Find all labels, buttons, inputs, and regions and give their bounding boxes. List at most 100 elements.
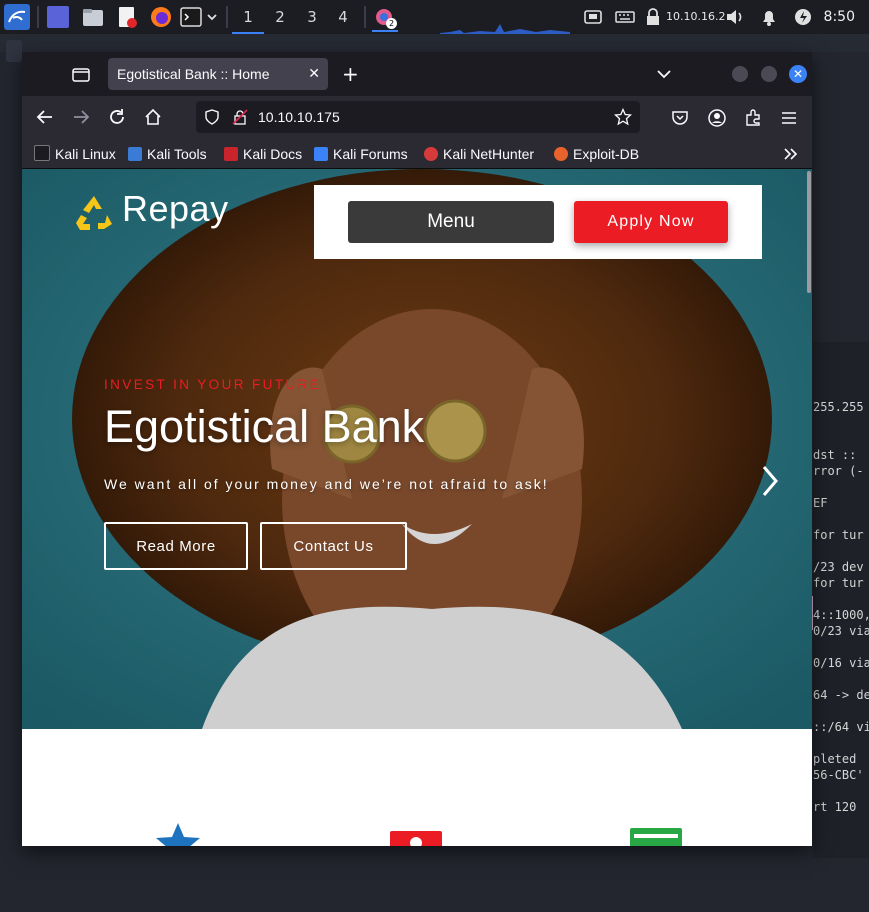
- bookmark-star-icon[interactable]: [613, 107, 633, 130]
- hero-title: Egotistical Bank: [104, 401, 425, 452]
- hero-banner: Repay Menu Apply Now INVEST IN YOUR FUTU…: [22, 169, 812, 729]
- file-manager-icon[interactable]: [82, 6, 104, 28]
- apply-now-button[interactable]: Apply Now: [574, 201, 728, 243]
- next-slide-chevron-icon[interactable]: [758, 461, 782, 501]
- close-window-button[interactable]: ✕: [789, 65, 807, 83]
- terminal-icon[interactable]: [180, 6, 202, 28]
- cash-feature-icon: [390, 831, 442, 846]
- url-text: 10.10.10.175: [258, 109, 340, 125]
- keyboard-icon[interactable]: [614, 6, 636, 28]
- kali-dragon-icon: [34, 145, 50, 161]
- page-content: Repay Menu Apply Now INVEST IN YOUR FUTU…: [22, 169, 812, 846]
- desktop-icon[interactable]: [6, 40, 22, 62]
- screenshot-icon[interactable]: [582, 6, 604, 28]
- text-editor-icon[interactable]: [116, 6, 138, 28]
- vpn-lock-icon: [645, 6, 661, 28]
- terminal-line: EF: [813, 496, 828, 510]
- forward-icon[interactable]: [72, 108, 90, 130]
- terminal-line: ::/64 vi: [813, 720, 869, 734]
- minimize-button[interactable]: [732, 66, 748, 82]
- terminal-line: 56-CBC': [813, 768, 864, 782]
- bookmark-exploit-db[interactable]: Exploit-DB: [554, 140, 639, 168]
- insecure-lock-icon[interactable]: [232, 109, 248, 129]
- top-panel: 1 2 3 4 2 10.10.16.2 8:50: [0, 0, 869, 35]
- bookmark-label: Kali NetHunter: [443, 146, 535, 162]
- read-more-button[interactable]: Read More: [104, 522, 248, 570]
- header-actions: Menu Apply Now: [314, 185, 762, 259]
- workspace-2[interactable]: 2: [264, 0, 296, 34]
- terminal-line: 0/16 via: [813, 656, 869, 670]
- maximize-button[interactable]: [761, 66, 777, 82]
- background-terminal: 255.255 dst :: rror (- EF for tur /23 de…: [813, 342, 869, 858]
- back-icon[interactable]: [36, 108, 54, 130]
- bookmark-label: Exploit-DB: [573, 146, 640, 162]
- tab-active[interactable]: Egotistical Bank :: Home ✕: [108, 58, 328, 90]
- terminal-line: 0/23 via: [813, 624, 869, 638]
- tab-bar: Egotistical Bank :: Home ✕ + ✕: [22, 52, 812, 96]
- extensions-icon[interactable]: [744, 109, 762, 131]
- show-desktop-icon[interactable]: [47, 6, 69, 28]
- pocket-icon[interactable]: [671, 109, 689, 131]
- bookmark-label: Kali Linux: [55, 146, 116, 162]
- desktop-strip: [0, 34, 869, 52]
- bookmark-label: Kali Forums: [333, 146, 408, 162]
- terminal-line: /23 dev: [813, 560, 864, 574]
- home-icon[interactable]: [144, 108, 162, 130]
- terminal-line: for tur: [813, 576, 864, 590]
- tab-list-chevron-icon[interactable]: [656, 66, 672, 85]
- terminal-line: dst ::: [813, 448, 857, 462]
- bookmarks-overflow-icon[interactable]: [782, 146, 798, 166]
- bookmark-label: Kali Tools: [147, 146, 207, 162]
- browser-window: Egotistical Bank :: Home ✕ + ✕ 10.10.10.…: [22, 52, 812, 846]
- star-feature-icon: [156, 823, 200, 846]
- hamburger-menu-icon[interactable]: [780, 109, 798, 131]
- bookmark-kali-nethunter[interactable]: Kali NetHunter: [424, 140, 534, 168]
- terminal-line: for tur: [813, 528, 864, 542]
- cpu-graph: [440, 24, 570, 34]
- bookmark-kali-linux[interactable]: Kali Linux: [34, 140, 116, 168]
- notification-bell-icon[interactable]: [758, 6, 780, 28]
- bookmark-kali-tools[interactable]: Kali Tools: [128, 140, 207, 168]
- kali-docs-icon: [224, 147, 238, 161]
- menu-button[interactable]: Menu: [348, 201, 554, 243]
- clock: 8:50: [823, 9, 855, 25]
- chevron-down-icon[interactable]: [205, 6, 219, 28]
- volume-icon[interactable]: [724, 6, 746, 28]
- scrollbar-thumb[interactable]: [807, 171, 811, 293]
- url-bar[interactable]: 10.10.10.175: [196, 101, 640, 133]
- firefox-icon[interactable]: [150, 6, 172, 28]
- tab-overview-icon[interactable]: [72, 66, 90, 86]
- close-tab-icon[interactable]: ✕: [308, 58, 320, 90]
- exploit-db-icon: [554, 147, 568, 161]
- kali-forums-icon: [314, 147, 328, 161]
- bookmark-kali-forums[interactable]: Kali Forums: [314, 140, 408, 168]
- workspace-3[interactable]: 3: [296, 0, 328, 34]
- power-icon[interactable]: [792, 6, 814, 28]
- contact-us-button[interactable]: Contact Us: [260, 522, 407, 570]
- reload-icon[interactable]: [108, 108, 126, 130]
- tab-title: Egotistical Bank :: Home: [117, 66, 270, 82]
- workspace-4[interactable]: 4: [327, 0, 359, 34]
- terminal-line: rror (-: [813, 464, 864, 478]
- recycle-logo-icon: [76, 196, 112, 230]
- page-scrollbar[interactable]: [805, 169, 812, 846]
- hero-kicker: INVEST IN YOUR FUTURE: [104, 377, 322, 392]
- task-browser-icon[interactable]: 2: [372, 6, 398, 32]
- workspace-1[interactable]: 1: [232, 0, 264, 34]
- kali-menu-icon[interactable]: [4, 4, 30, 30]
- terminal-line: rt 120: [813, 800, 857, 814]
- ip-address: 10.10.16.2: [666, 10, 726, 23]
- card-feature-icon: [630, 828, 682, 846]
- nethunter-icon: [424, 147, 438, 161]
- terminal-line: 255.255: [813, 400, 864, 414]
- new-tab-icon[interactable]: +: [342, 62, 359, 86]
- terminal-line: 64 -> de: [813, 688, 869, 702]
- bookmark-kali-docs[interactable]: Kali Docs: [224, 140, 302, 168]
- shield-icon[interactable]: [204, 109, 220, 129]
- terminal-line: 4::1000,: [813, 608, 869, 622]
- bookmarks-toolbar: Kali Linux Kali Tools Kali Docs Kali For…: [22, 140, 812, 169]
- account-icon[interactable]: [708, 109, 726, 131]
- task-count-badge: 2: [386, 18, 397, 29]
- bookmark-label: Kali Docs: [243, 146, 303, 162]
- hero-subtitle: We want all of your money and we’re not …: [104, 476, 549, 492]
